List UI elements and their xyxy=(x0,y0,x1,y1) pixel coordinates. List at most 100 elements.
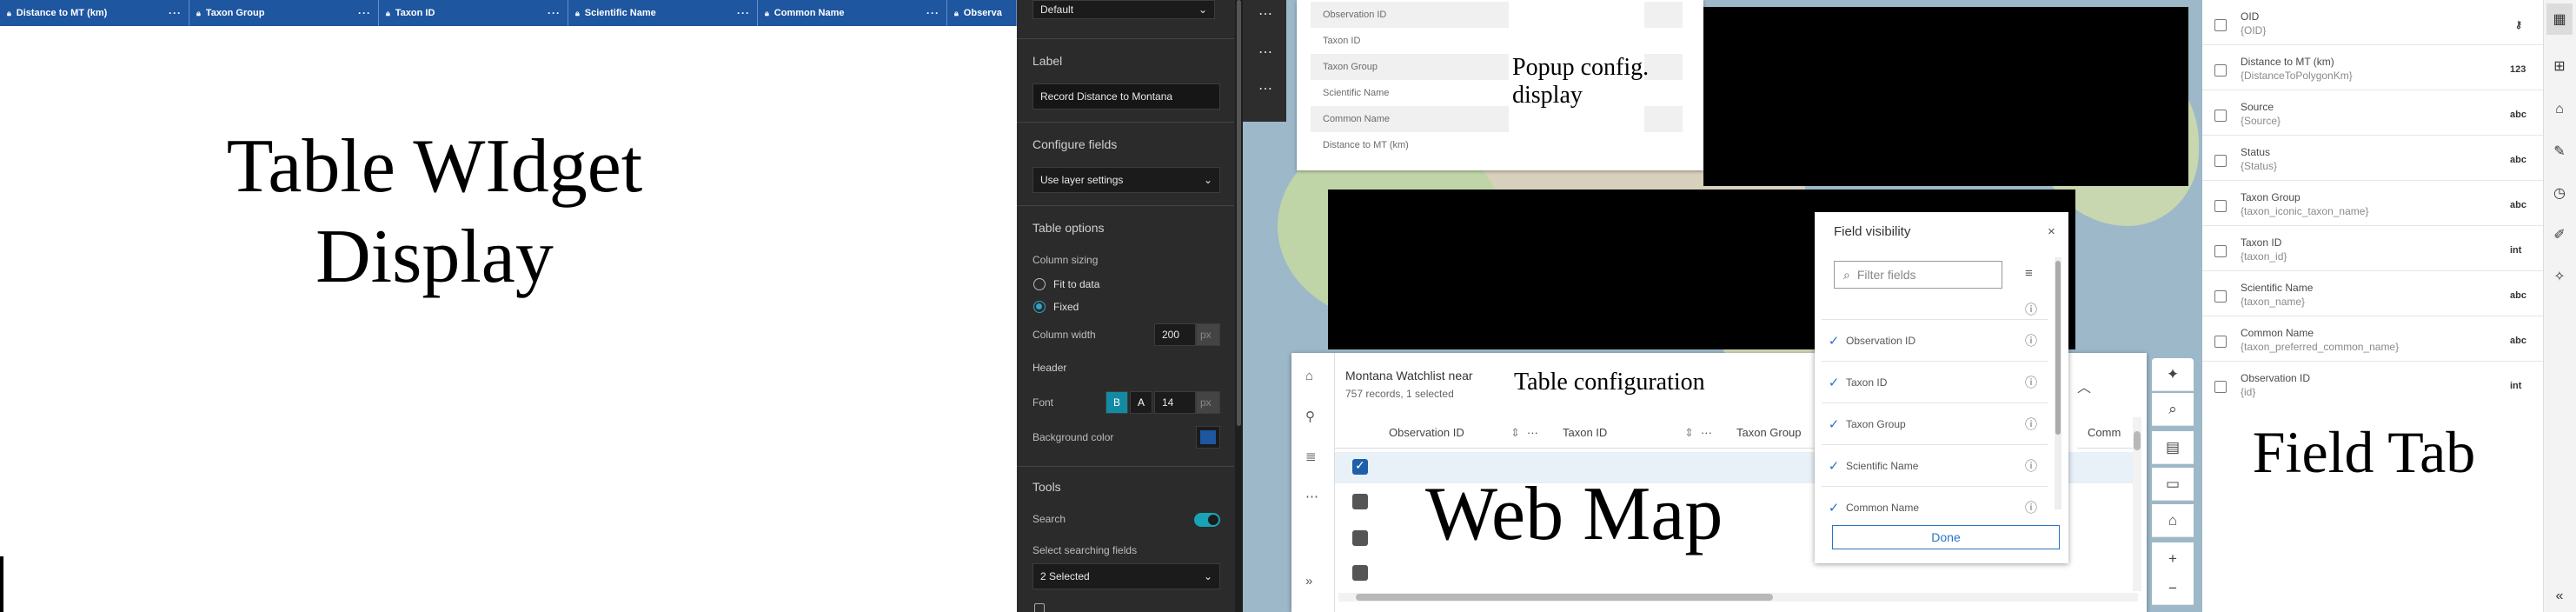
table-widget-column-header[interactable]: 🔒︎ Distance to MT (km) ··· xyxy=(0,0,189,26)
field-row[interactable]: Observation ID {id} int xyxy=(2202,362,2543,407)
more-horizontal-icon[interactable]: ··· xyxy=(169,7,182,19)
field-row[interactable]: Scientific Name {taxon_name} abc xyxy=(2202,271,2543,316)
more-horizontal-icon[interactable]: ··· xyxy=(737,7,750,19)
clock-icon[interactable]: ◷ xyxy=(2546,177,2573,209)
bold-toggle-button[interactable]: B xyxy=(1105,391,1128,414)
tag-icon[interactable]: ⚲ xyxy=(1305,409,1315,424)
table-widget-column-header[interactable]: 🔒︎ Common Name ··· xyxy=(758,0,947,26)
default-select[interactable]: Default ⌄ xyxy=(1032,0,1215,19)
bank-icon[interactable]: ⌂ xyxy=(2546,94,2573,125)
more-horizontal-icon[interactable]: ··· xyxy=(1701,426,1712,439)
more-horizontal-icon[interactable]: ··· xyxy=(548,7,561,19)
label-input[interactable]: Record Distance to Montana xyxy=(1032,83,1220,110)
home-icon[interactable]: ⌂ xyxy=(1305,369,1313,383)
more-icon[interactable]: ⋯ xyxy=(1258,5,1273,23)
field-checkbox[interactable] xyxy=(2214,64,2227,76)
field-visibility-row[interactable]: ✓ Common Name ⓘ xyxy=(1822,487,2048,529)
zoom-out-icon[interactable]: − xyxy=(2152,572,2194,605)
check-icon: ✓ xyxy=(1828,458,1840,474)
expand-icon[interactable]: » xyxy=(1305,574,1312,589)
field-checkbox[interactable] xyxy=(2214,200,2227,212)
field-row[interactable]: OID {OID} ⚷ xyxy=(2202,0,2543,45)
field-checkbox[interactable] xyxy=(2214,19,2227,31)
row-checkbox[interactable] xyxy=(1352,494,1368,509)
more-horizontal-icon[interactable]: ··· xyxy=(358,7,371,19)
settings-scrollbar-thumb[interactable] xyxy=(1237,0,1241,426)
more-horizontal-icon[interactable]: ··· xyxy=(1527,426,1538,439)
close-icon[interactable]: × xyxy=(2048,224,2055,239)
fit-to-data-radio[interactable] xyxy=(1033,278,1046,290)
checkbox[interactable] xyxy=(1034,603,1045,612)
table-widget-column-header[interactable]: 🔒︎ Observa xyxy=(947,0,1017,26)
field-checkbox[interactable] xyxy=(2214,155,2227,167)
table-widget-column-header[interactable]: 🔒︎ Scientific Name ··· xyxy=(568,0,758,26)
searching-fields-select[interactable]: 2 Selected ⌄ xyxy=(1032,563,1220,589)
home-icon[interactable]: ⌂ xyxy=(2152,504,2194,537)
row-checkbox[interactable] xyxy=(1352,565,1368,581)
configure-fields-select[interactable]: Use layer settings ⌄ xyxy=(1032,167,1220,193)
font-size-input[interactable]: 14 xyxy=(1154,391,1196,414)
search-label: Search xyxy=(1032,513,1066,525)
compass-icon[interactable]: ✦ xyxy=(2152,358,2194,391)
sort-icon[interactable]: ⇕ xyxy=(1684,426,1694,440)
pen-icon[interactable]: ✐ xyxy=(2546,219,2573,250)
row-checkbox[interactable] xyxy=(1352,530,1368,546)
info-icon[interactable]: ⓘ xyxy=(2025,301,2048,318)
field-row[interactable]: Taxon Group {taxon_iconic_taxon_name} ab… xyxy=(2202,181,2543,226)
done-button[interactable]: Done xyxy=(1832,525,2060,549)
column-header[interactable]: Observation ID ⇕ ··· xyxy=(1378,417,1552,449)
search-icon[interactable]: ⌕ xyxy=(2152,393,2194,426)
info-icon[interactable]: ⓘ xyxy=(2025,374,2048,391)
field-visibility-row-partial[interactable]: ⓘ xyxy=(1822,299,2048,320)
row-checkbox[interactable] xyxy=(1352,458,1368,475)
field-visibility-row[interactable]: ✓ Scientific Name ⓘ xyxy=(1822,445,2048,487)
field-list-scrollbar-thumb[interactable] xyxy=(2055,261,2061,435)
filter-list-icon[interactable]: ≡ xyxy=(2025,266,2033,281)
wrench-icon[interactable]: ✧ xyxy=(2546,261,2573,292)
field-checkbox[interactable] xyxy=(2214,110,2227,122)
layers-icon[interactable]: ≣ xyxy=(1305,449,1317,464)
font-color-button[interactable]: A xyxy=(1130,391,1152,414)
field-checkbox[interactable] xyxy=(2214,336,2227,348)
more-icon[interactable]: ⋯ xyxy=(1258,80,1273,97)
column-width-input[interactable]: 200 xyxy=(1154,323,1196,346)
field-checkbox[interactable] xyxy=(2214,381,2227,393)
zoom-in-icon[interactable]: + xyxy=(2152,542,2194,575)
sort-icon[interactable]: ⇕ xyxy=(1510,426,1520,440)
field-row[interactable]: Taxon ID {taxon_id} int xyxy=(2202,226,2543,271)
popup-field-row: Observation ID xyxy=(1311,2,1509,28)
vertical-scrollbar-thumb[interactable] xyxy=(2134,431,2141,450)
info-icon[interactable]: ⓘ xyxy=(2025,332,2048,349)
hierarchy-icon[interactable]: ⊞ xyxy=(2546,50,2573,82)
layer-list-icon[interactable]: ▤ xyxy=(2152,431,2194,464)
field-row[interactable]: Distance to MT (km) {DistanceToPolygonKm… xyxy=(2202,45,2543,90)
more-icon[interactable]: ⋯ xyxy=(1258,43,1273,61)
select-all-header[interactable] xyxy=(1335,417,1378,449)
info-icon[interactable]: ⓘ xyxy=(2025,499,2048,516)
screen-icon[interactable]: ▭ xyxy=(2152,468,2194,501)
field-visibility-row[interactable]: ✓ Taxon Group ⓘ xyxy=(1822,403,2048,445)
field-row[interactable]: Common Name {taxon_preferred_common_name… xyxy=(2202,316,2543,362)
filter-fields-input[interactable]: ⌕ Filter fields xyxy=(1834,261,2002,289)
more-icon[interactable]: ⋯ xyxy=(1305,489,1318,504)
table-widget-column-header[interactable]: 🔒︎ Taxon Group ··· xyxy=(189,0,379,26)
field-row[interactable]: Status {Status} abc xyxy=(2202,136,2543,181)
info-icon[interactable]: ⓘ xyxy=(2025,416,2048,433)
edit-icon[interactable]: ✎ xyxy=(2546,136,2573,167)
select-value: Use layer settings xyxy=(1040,174,1124,186)
collapse-up-icon[interactable]: ︿ xyxy=(2077,376,2091,396)
table-icon[interactable]: ▦ xyxy=(2546,3,2573,35)
field-checkbox[interactable] xyxy=(2214,245,2227,257)
info-icon[interactable]: ⓘ xyxy=(2025,457,2048,475)
table-widget-column-header[interactable]: 🔒︎ Taxon ID ··· xyxy=(379,0,568,26)
column-header[interactable]: Taxon ID ⇕ ··· xyxy=(1552,417,1726,449)
field-row[interactable]: Source {Source} abc xyxy=(2202,90,2543,136)
field-visibility-row[interactable]: ✓ Taxon ID ⓘ xyxy=(1822,362,2048,403)
fixed-radio[interactable] xyxy=(1033,301,1046,313)
collapse-left-icon[interactable]: « xyxy=(2546,581,2573,612)
column-header[interactable]: Comm xyxy=(2077,417,2138,449)
field-checkbox[interactable] xyxy=(2214,290,2227,303)
more-horizontal-icon[interactable]: ··· xyxy=(926,7,939,19)
field-visibility-row[interactable]: ✓ Observation ID ⓘ xyxy=(1822,320,2048,362)
horizontal-scrollbar-thumb[interactable] xyxy=(1356,594,1773,601)
